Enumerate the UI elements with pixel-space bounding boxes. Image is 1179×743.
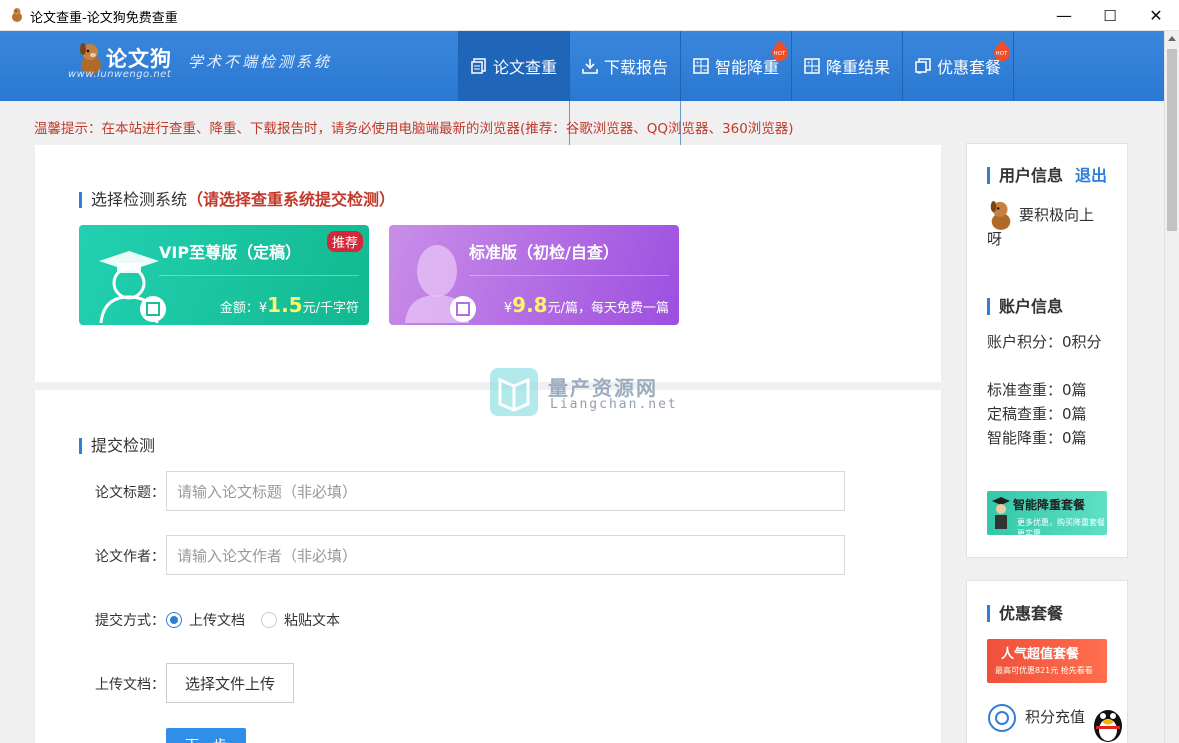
card-title: 标准版（初检/自查） bbox=[469, 243, 619, 262]
smart-rewrite-count: 智能降重：0篇 bbox=[987, 429, 1087, 447]
radio-dot bbox=[166, 612, 182, 628]
hot-badge-icon: HOT bbox=[994, 40, 1010, 61]
user-info-panel: 用户信息 退出 要积极向上呀 账户信息 账户积分：0积分 标准查重：0篇 定稿查重… bbox=[966, 143, 1128, 558]
nav-item-paper-check[interactable]: 论文查重 bbox=[459, 31, 570, 101]
recharge-icon bbox=[988, 704, 1016, 732]
method-label: 提交方式： bbox=[95, 613, 165, 629]
minimize-button[interactable]: — bbox=[1041, 0, 1087, 31]
site-slogan: 学术不端检测系统 bbox=[188, 53, 333, 71]
nav-item-packages[interactable]: 优惠套餐 HOT bbox=[903, 31, 1014, 101]
svg-text:HOT: HOT bbox=[774, 51, 786, 57]
qq-penguin-icon[interactable] bbox=[1088, 700, 1128, 743]
svg-text:=: = bbox=[814, 68, 818, 74]
logout-link[interactable]: 退出 bbox=[1075, 166, 1107, 185]
main-nav: 论文查重 下载报告 + = 智能降重 HOT + = 降重结果 优惠套餐 HOT bbox=[458, 31, 1014, 101]
standard-check-count: 标准查重：0篇 bbox=[987, 381, 1087, 399]
graduate-icon bbox=[99, 251, 166, 323]
card-divider bbox=[469, 275, 669, 276]
select-system-panel: 选择检测系统（请选择查重系统提交检测） VIP至尊版（定稿） 推荐 金额：¥1.… bbox=[35, 145, 941, 382]
next-step-button[interactable]: 下一步 bbox=[166, 728, 246, 743]
svg-text:=: = bbox=[703, 68, 707, 74]
paper-title-input[interactable]: 请输入论文标题（非必填） bbox=[166, 471, 845, 511]
recommend-badge: 推荐 bbox=[326, 231, 363, 252]
section-title: 提交检测 bbox=[79, 438, 155, 454]
calculator-icon: += bbox=[693, 58, 709, 74]
nav-label: 优惠套餐 bbox=[936, 58, 1001, 77]
document-icon bbox=[471, 58, 486, 74]
account-info-title: 账户信息 bbox=[987, 298, 1063, 315]
author-input[interactable]: 请输入论文作者（非必填） bbox=[166, 535, 845, 575]
paper-title-label: 论文标题： bbox=[95, 485, 165, 501]
nav-label: 降重结果 bbox=[825, 58, 890, 77]
smart-rewrite-package-banner[interactable]: 智能降重套餐 更多优惠，购买降重套餐更实惠 bbox=[987, 491, 1107, 535]
final-check-count: 定稿查重：0篇 bbox=[987, 405, 1087, 423]
logo-url: www.lunwengo.net bbox=[68, 69, 172, 80]
banner-subtitle: 最高可优惠821元 抢先看看 bbox=[995, 666, 1093, 675]
window-title: 论文查重-论文狗免费查重 bbox=[30, 11, 178, 26]
user-info-title: 用户信息 退出 bbox=[987, 167, 1107, 184]
nav-item-smart-rewrite[interactable]: + = 智能降重 HOT bbox=[681, 31, 792, 101]
popular-package-banner[interactable]: 人气超值套餐 最高可优惠821元 抢先看看 bbox=[987, 639, 1107, 683]
book-watermark-icon bbox=[490, 368, 538, 416]
banner-title: 人气超值套餐 bbox=[1001, 647, 1080, 662]
card-price: 金额：¥1.5元/千字符 bbox=[219, 293, 359, 317]
svg-text:HOT: HOT bbox=[996, 51, 1008, 57]
radio-dot bbox=[261, 612, 277, 628]
nav-label: 下载报告 bbox=[603, 58, 668, 77]
card-price: ¥9.8元/篇，每天免费一篇 bbox=[503, 293, 669, 317]
close-button[interactable]: ✕ bbox=[1133, 0, 1179, 31]
nav-label: 智能降重 bbox=[714, 58, 779, 77]
username: 要积极向上呀 bbox=[987, 206, 1095, 248]
section-title: 选择检测系统（请选择查重系统提交检测） bbox=[79, 192, 395, 208]
dog-app-icon bbox=[12, 8, 22, 22]
watermark: 量产资源网 Liangchan.net bbox=[488, 366, 698, 421]
hot-badge-icon: HOT bbox=[772, 40, 788, 61]
site-header: 论文狗 www.lunwengo.net 学术不端检测系统 论文查重 下载报告 … bbox=[0, 31, 1164, 101]
packages-title: 优惠套餐 bbox=[987, 605, 1063, 622]
nav-item-rewrite-result[interactable]: + = 降重结果 bbox=[792, 31, 903, 101]
upload-label: 上传文档： bbox=[95, 677, 165, 693]
card-title: VIP至尊版（定稿） bbox=[159, 243, 302, 262]
choose-file-button[interactable]: 选择文件上传 bbox=[166, 663, 294, 703]
vertical-scrollbar[interactable] bbox=[1164, 31, 1179, 743]
radio-upload-document[interactable]: 上传文档 bbox=[166, 610, 245, 630]
watermark-subtext: Liangchan.net bbox=[550, 397, 678, 412]
maximize-button[interactable]: ☐ bbox=[1087, 0, 1133, 31]
graduate-figure-icon bbox=[992, 497, 1010, 529]
calculator-icon: += bbox=[804, 58, 820, 74]
person-silhouette-icon bbox=[405, 245, 476, 323]
svg-text:+: + bbox=[695, 61, 699, 67]
svg-text:+: + bbox=[806, 61, 810, 67]
vip-edition-card[interactable]: VIP至尊版（定稿） 推荐 金额：¥1.5元/千字符 bbox=[79, 225, 369, 325]
account-points: 账户积分：0积分 bbox=[987, 333, 1102, 351]
nav-label: 论文查重 bbox=[492, 58, 557, 77]
section-hint: （请选择查重系统提交检测） bbox=[187, 190, 396, 209]
browser-notice: 温馨提示：在本站进行查重、降重、下载报告时，请务必使用电脑端最新的浏览器(推荐：… bbox=[34, 121, 794, 137]
radio-paste-text[interactable]: 粘贴文本 bbox=[261, 610, 340, 630]
coupon-icon bbox=[915, 58, 931, 74]
scroll-up-arrow-icon[interactable] bbox=[1168, 36, 1176, 41]
scroll-thumb[interactable] bbox=[1167, 49, 1177, 231]
banner-subtitle: 更多优惠，购买降重套餐更实惠 bbox=[1017, 518, 1105, 535]
submit-panel: 提交检测 论文标题： 请输入论文标题（非必填） 论文作者： 请输入论文作者（非必… bbox=[35, 390, 941, 743]
nav-item-download-report[interactable]: 下载报告 bbox=[570, 31, 681, 101]
banner-title: 智能降重套餐 bbox=[1013, 498, 1086, 512]
author-label: 论文作者： bbox=[95, 549, 165, 565]
standard-edition-card[interactable]: 标准版（初检/自查） ¥9.8元/篇，每天免费一篇 bbox=[389, 225, 679, 325]
download-icon bbox=[582, 59, 598, 74]
card-divider bbox=[159, 275, 359, 276]
window-titlebar: 论文查重-论文狗免费查重 — ☐ ✕ bbox=[0, 0, 1179, 31]
